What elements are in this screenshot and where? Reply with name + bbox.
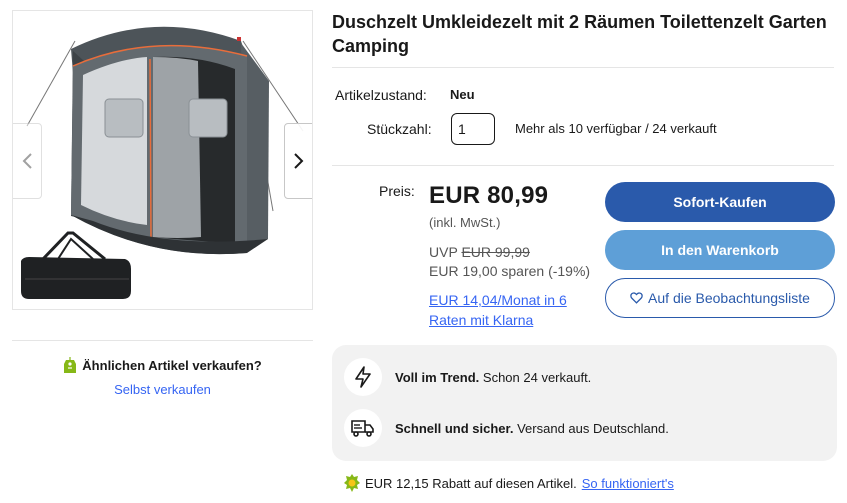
condition-label: Artikelzustand: [335, 87, 427, 103]
trend-highlight: Voll im Trend. Schon 24 verkauft. [344, 358, 591, 396]
shipping-detail: Versand aus Deutschland. [513, 420, 669, 436]
divider [12, 340, 313, 341]
product-title: Duschzelt Umkleidezelt mit 2 Räumen Toil… [332, 12, 827, 56]
carousel-prev-button[interactable] [13, 123, 42, 199]
shipping-highlight: Schnell und sicher. Versand aus Deutschl… [344, 409, 669, 447]
truck-icon [344, 409, 382, 447]
add-to-cart-label: In den Warenkorb [661, 242, 779, 258]
add-to-watchlist-button[interactable]: Auf die Beobachtungsliste [605, 278, 835, 318]
sell-similar-box: Ähnlichen Artikel verkaufen? Selbst verk… [12, 356, 313, 397]
uvp-old-price: EUR 99,99 [461, 244, 530, 260]
lightning-icon [344, 358, 382, 396]
trend-bold: Voll im Trend. [395, 369, 480, 385]
trend-detail: Schon 24 verkauft. [479, 369, 592, 385]
highlights-panel: Voll im Trend. Schon 24 verkauft. Schnel… [332, 345, 837, 461]
price-value: EUR 80,99 [429, 182, 549, 209]
price-tag-icon [64, 357, 77, 373]
chevron-right-icon [294, 153, 304, 169]
chevron-left-icon [22, 153, 32, 169]
carousel-next-button[interactable] [284, 123, 312, 199]
add-to-cart-button[interactable]: In den Warenkorb [605, 230, 835, 270]
buy-now-label: Sofort-Kaufen [673, 194, 767, 210]
uvp-price: UVP EUR 99,99 [429, 244, 530, 260]
sell-similar-title: Ähnlichen Artikel verkaufen? [63, 356, 262, 374]
sell-yourself-link[interactable]: Selbst verkaufen [12, 382, 313, 397]
shipping-text: Schnell und sicher. Versand aus Deutschl… [395, 421, 669, 436]
quantity-label: Stückzahl: [367, 121, 432, 137]
tax-note: (inkl. MwSt.) [429, 215, 501, 230]
condition-value: Neu [450, 87, 475, 102]
trend-text: Voll im Trend. Schon 24 verkauft. [395, 370, 591, 385]
klarna-installment-link[interactable]: EUR 14,04/Monat in 6 Raten mit Klarna [429, 290, 594, 330]
watchlist-label: Auf die Beobachtungsliste [648, 290, 810, 306]
coupon-badge-icon [344, 474, 360, 492]
discount-text: EUR 12,15 Rabatt auf diesen Artikel. [365, 475, 577, 491]
divider [332, 165, 834, 166]
sell-similar-label: Ähnlichen Artikel verkaufen? [82, 357, 262, 373]
buy-now-button[interactable]: Sofort-Kaufen [605, 182, 835, 222]
savings-text: EUR 19,00 sparen (-19%) [429, 263, 591, 279]
how-it-works-link[interactable]: So funktioniert's [582, 476, 674, 491]
quantity-input[interactable]: 1 [451, 113, 495, 145]
uvp-label: UVP [429, 244, 458, 260]
heart-icon [630, 292, 643, 304]
price-label: Preis: [379, 183, 415, 199]
product-image-gallery [12, 10, 313, 310]
availability-text: Mehr als 10 verfügbar / 24 verkauft [515, 121, 717, 136]
discount-banner: EUR 12,15 Rabatt auf diesen Artikel. So … [344, 474, 674, 492]
divider [332, 67, 834, 68]
product-image[interactable] [13, 11, 312, 309]
shipping-bold: Schnell und sicher. [395, 420, 514, 436]
